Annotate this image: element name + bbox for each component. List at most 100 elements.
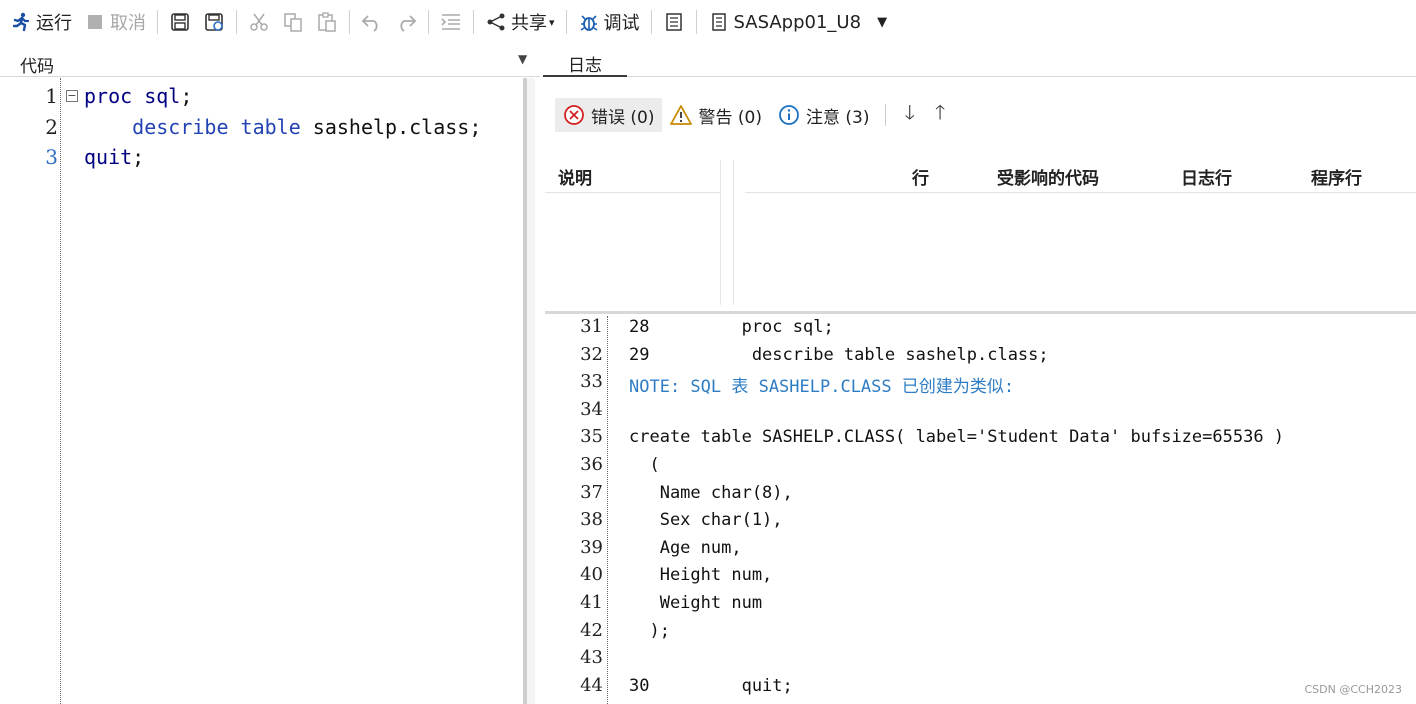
toolbar-divider xyxy=(157,10,158,34)
debug-label: 调试 xyxy=(603,13,640,34)
cancel-label: 取消 xyxy=(110,13,146,34)
save-as-icon xyxy=(203,11,225,33)
notes-filter-button[interactable]: 注意 (3) xyxy=(770,98,877,132)
log-line-number: 34 xyxy=(580,398,603,420)
save-button[interactable] xyxy=(163,7,197,37)
log-message-grid: 说明 行 受影响的代码 日志行 程序行 xyxy=(545,160,1416,310)
toolbar-divider xyxy=(695,10,697,34)
chevron-down-icon[interactable]: ▼ xyxy=(518,52,527,66)
log-viewer[interactable]: 31 28 proc sql; 32 29 describe table sashel… xyxy=(545,316,1416,704)
error-icon xyxy=(563,104,585,126)
fold-toggle-icon[interactable]: − xyxy=(66,90,78,102)
log-line: Height num, xyxy=(629,565,773,586)
log-tab[interactable]: 日志 xyxy=(543,44,627,77)
log-line: 30 quit; xyxy=(629,675,793,696)
log-line: ( xyxy=(629,455,660,475)
toolbar-divider xyxy=(650,10,652,34)
share-button[interactable]: 共享 ▾ xyxy=(479,7,561,37)
redo-icon xyxy=(395,11,417,33)
paste-icon xyxy=(316,11,338,33)
debug-button[interactable]: 调试 xyxy=(572,7,646,37)
warnings-label: 警告 (0) xyxy=(698,107,762,128)
undo-button[interactable] xyxy=(355,7,389,37)
code-token: quit xyxy=(84,145,133,169)
grid-divider xyxy=(733,160,734,305)
toolbar-divider xyxy=(565,10,567,34)
log-line: create table SASHELP.CLASS( label='Stude… xyxy=(629,427,1285,448)
watermark: CSDN @CCH2023 xyxy=(1304,683,1403,696)
program-properties-button[interactable] xyxy=(657,7,691,37)
code-token: ; xyxy=(132,145,145,169)
column-header-program-line[interactable]: 程序行 xyxy=(1311,164,1362,189)
log-line-number: 37 xyxy=(580,481,603,503)
toolbar-divider xyxy=(473,10,474,34)
errors-filter-button[interactable]: 错误 (0) xyxy=(555,98,663,132)
log-pane-splitter[interactable] xyxy=(545,311,1416,314)
toolbar-divider xyxy=(349,10,350,34)
cut-button[interactable] xyxy=(242,7,276,37)
log-line-number: 41 xyxy=(580,592,603,613)
save-as-button[interactable] xyxy=(197,7,231,37)
line-number: 2 xyxy=(45,114,58,139)
log-filter-bar: 错误 (0) 警告 (0) 注意 (3) 🡓 🡑 xyxy=(555,98,955,132)
code-line: describe table sashelp.class; xyxy=(84,115,481,139)
copy-icon xyxy=(282,11,304,33)
errors-label: 错误 (0) xyxy=(591,107,655,128)
run-label: 运行 xyxy=(36,13,72,34)
log-line-number: 35 xyxy=(580,426,603,448)
share-icon xyxy=(485,11,507,33)
log-line-number: 43 xyxy=(580,647,603,669)
log-line-number: 42 xyxy=(580,619,603,641)
share-label: 共享 xyxy=(511,13,547,34)
server-icon xyxy=(708,11,730,33)
running-man-icon xyxy=(10,11,32,33)
warning-icon xyxy=(670,104,693,126)
column-header-log-line[interactable]: 日志行 xyxy=(1181,164,1232,189)
column-header-affected-code[interactable]: 受影响的代码 xyxy=(997,164,1099,189)
cancel-button[interactable]: 取消 xyxy=(78,7,152,37)
grid-divider xyxy=(745,192,1416,193)
log-line-number: 39 xyxy=(580,536,603,558)
run-button[interactable]: 运行 xyxy=(4,7,78,37)
code-token: proc sql xyxy=(84,84,181,108)
gutter-divider xyxy=(607,316,608,704)
code-tab[interactable]: 代码 xyxy=(20,52,54,77)
grid-divider xyxy=(545,192,721,193)
stop-icon xyxy=(84,11,106,33)
warnings-filter-button[interactable]: 警告 (0) xyxy=(662,98,769,132)
scissors-icon xyxy=(248,11,270,33)
arrow-down-icon[interactable]: 🡓 xyxy=(894,98,924,132)
log-line: 28 proc sql; xyxy=(629,317,834,337)
code-editor[interactable]: 1− proc sql; 2 describe table sashelp.clas… xyxy=(0,78,523,704)
column-header-description[interactable]: 说明 xyxy=(558,164,592,189)
server-select[interactable]: SASApp01_U8 ▼ xyxy=(702,7,894,37)
code-token: sashelp.class; xyxy=(300,114,482,139)
copy-button[interactable] xyxy=(276,7,310,37)
code-token: ; xyxy=(180,84,193,108)
log-line-number: 40 xyxy=(580,564,603,586)
log-line-number: 32 xyxy=(580,343,603,365)
toolbar: 运行 取消 共享 ▾ 调试 SASApp01_U8 ▼ xyxy=(0,0,1416,44)
arrow-up-icon[interactable]: 🡑 xyxy=(925,98,955,132)
format-code-button[interactable] xyxy=(434,7,468,37)
list-document-icon xyxy=(663,11,685,33)
log-line-number: 44 xyxy=(580,674,603,696)
log-line: Name char(8), xyxy=(629,482,793,503)
paste-button[interactable] xyxy=(310,7,344,37)
line-number: 3 xyxy=(45,145,58,169)
gutter-divider xyxy=(60,78,61,704)
column-header-line[interactable]: 行 xyxy=(912,164,929,189)
code-token: describe table xyxy=(84,114,301,139)
pane-splitter[interactable] xyxy=(523,78,535,704)
log-line: 29 describe table sashelp.class; xyxy=(629,344,1049,365)
chevron-down-icon: ▼ xyxy=(877,14,888,30)
redo-button[interactable] xyxy=(389,7,423,37)
bug-icon xyxy=(578,11,600,33)
line-number: 1 xyxy=(45,84,58,108)
code-line: quit; xyxy=(84,145,144,169)
log-line-number: 31 xyxy=(580,316,603,337)
log-line: Weight num xyxy=(629,593,763,613)
undo-icon xyxy=(361,11,383,33)
log-line-number: 38 xyxy=(580,509,603,531)
log-line: Sex char(1), xyxy=(629,510,783,531)
